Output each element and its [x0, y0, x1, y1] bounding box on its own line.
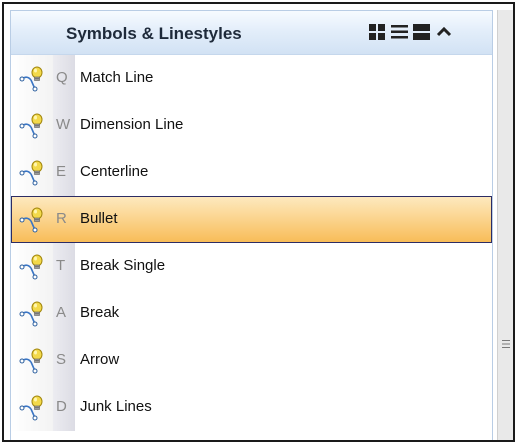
list-item[interactable]: S Arrow	[11, 337, 492, 384]
shortcut-key: E	[56, 163, 67, 180]
list-item[interactable]: Q Match Line	[11, 55, 492, 102]
item-label: Match Line	[80, 69, 154, 86]
list-item[interactable]: R Bullet	[11, 196, 492, 243]
panel-title: Symbols & Linestyles	[66, 24, 242, 43]
lightbulb-pin-icon	[19, 393, 47, 421]
item-label: Junk Lines	[80, 398, 152, 415]
list-item[interactable]: E Centerline	[11, 149, 492, 196]
shortcut-key: T	[56, 257, 66, 274]
symbol-list: Q Match Line W Dimension Line E Centerli…	[11, 55, 492, 431]
lightbulb-pin-icon	[19, 252, 47, 280]
item-label: Dimension Line	[80, 116, 184, 133]
item-label: Break Single	[80, 257, 166, 274]
shortcut-key: D	[56, 398, 67, 415]
lightbulb-pin-icon	[19, 346, 47, 374]
shortcut-key: S	[56, 351, 67, 368]
panel-header: Symbols & Linestyles	[11, 11, 492, 55]
list-view-icon[interactable]	[389, 21, 411, 43]
item-label: Bullet	[80, 210, 118, 227]
shortcut-key: W	[56, 116, 71, 133]
shortcut-key: Q	[56, 69, 68, 86]
list-item[interactable]: T Break Single	[11, 243, 492, 290]
item-label: Arrow	[80, 351, 120, 368]
lightbulb-pin-icon	[19, 205, 47, 233]
collapse-chevron-icon[interactable]	[433, 21, 455, 43]
list-item[interactable]: W Dimension Line	[11, 102, 492, 149]
symbols-panel: Symbols & Linestyles Q Match Line W Dime…	[10, 10, 493, 440]
lightbulb-pin-icon	[19, 64, 47, 92]
item-label: Centerline	[80, 163, 149, 180]
item-label: Break	[80, 304, 120, 321]
list-item[interactable]: A Break	[11, 290, 492, 337]
grid-view-icon[interactable]	[367, 21, 389, 43]
lightbulb-pin-icon	[19, 299, 47, 327]
window-frame: Symbols & Linestyles Q Match Line W Dime…	[2, 2, 515, 442]
scroll-grip-icon	[502, 340, 510, 348]
lightbulb-pin-icon	[19, 158, 47, 186]
shortcut-key: A	[56, 304, 67, 321]
vertical-scrollbar[interactable]	[497, 10, 513, 440]
details-view-icon[interactable]	[411, 21, 433, 43]
lightbulb-pin-icon	[19, 111, 47, 139]
shortcut-key: R	[56, 210, 67, 227]
list-item[interactable]: D Junk Lines	[11, 384, 492, 431]
